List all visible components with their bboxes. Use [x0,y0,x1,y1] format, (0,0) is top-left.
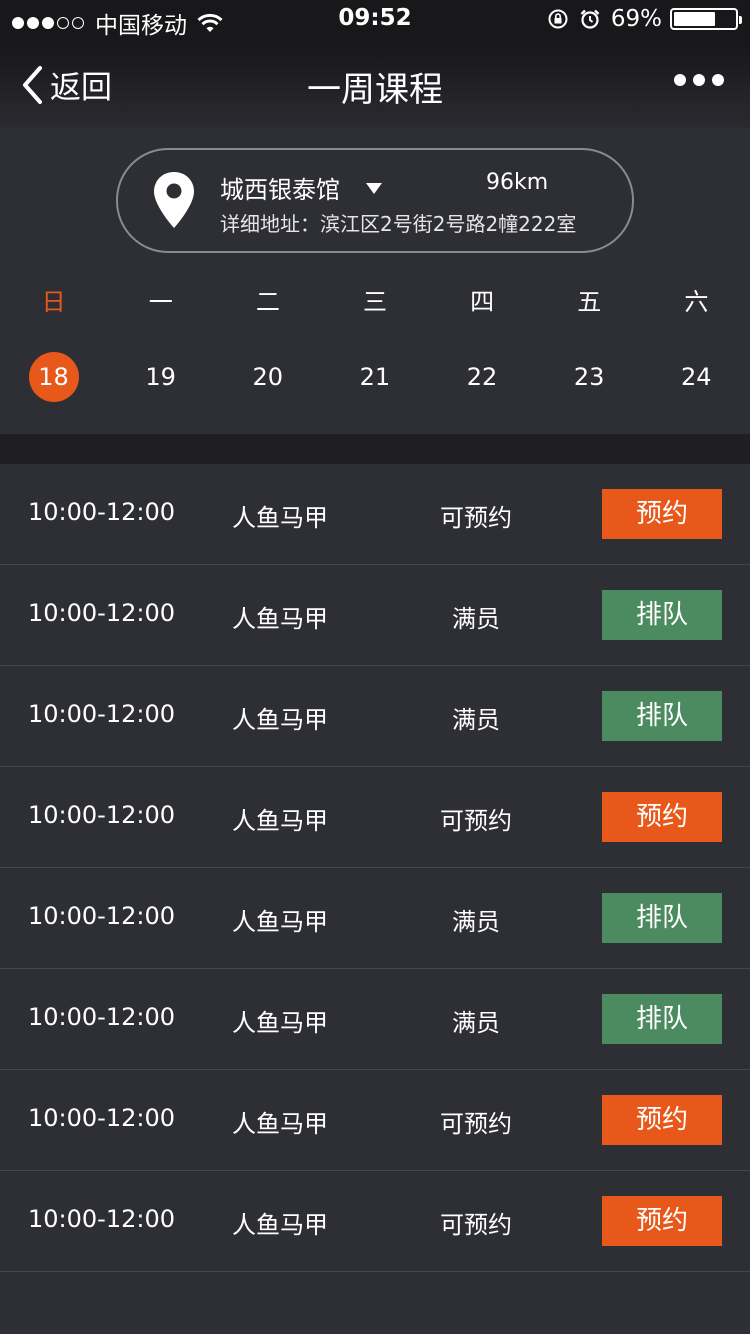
course-name: 人鱼马甲 [232,1009,328,1037]
course-name: 人鱼马甲 [232,706,328,734]
course-time: 10:00-12:00 [28,498,175,526]
date-label: 19 [145,363,176,391]
queue-button[interactable]: 排队 [602,590,722,640]
book-button[interactable]: 预约 [602,489,722,539]
page-title: 一周课程 [307,70,443,110]
date-item[interactable]: 20 [214,350,321,404]
status-right: 69% [537,6,742,32]
course-row: 10:00-12:00 人鱼马甲 可预约 预约 [0,464,750,565]
course-time: 10:00-12:00 [28,1003,175,1031]
course-name: 人鱼马甲 [232,807,328,835]
course-status: 满员 [452,908,500,936]
course-status: 满员 [452,605,500,633]
weekday-thu: 四 [470,288,495,316]
date-label: 18 [38,363,69,391]
weekday-wed: 三 [362,288,387,316]
queue-button[interactable]: 排队 [602,994,722,1044]
venue-name: 城西银泰馆 [220,176,340,204]
course-name: 人鱼马甲 [232,504,328,532]
course-time: 10:00-12:00 [28,902,175,930]
book-button[interactable]: 预约 [602,792,722,842]
date-item[interactable]: 19 [107,350,214,404]
weekday-tue: 二 [255,288,280,316]
course-status: 满员 [452,1009,500,1037]
course-row: 10:00-12:00 人鱼马甲 可预约 预约 [0,767,750,868]
course-status: 满员 [452,706,500,734]
date-item[interactable]: 21 [321,350,428,404]
more-dot-icon [712,74,724,86]
course-status: 可预约 [440,1211,512,1239]
queue-button[interactable]: 排队 [602,893,722,943]
course-row: 10:00-12:00 人鱼马甲 可预约 预约 [0,1171,750,1272]
more-dot-icon [674,74,686,86]
more-dot-icon [693,74,705,86]
date-selector-row: 18 19 20 21 22 23 24 [0,350,750,404]
course-time: 10:00-12:00 [28,1104,175,1132]
date-label: 21 [359,363,391,391]
weekday-fri: 五 [577,288,602,316]
date-label: 20 [252,363,284,391]
course-row: 10:00-12:00 人鱼马甲 满员 排队 [0,868,750,969]
battery-icon [670,8,742,30]
battery-percent: 69% [610,6,662,32]
battery-fill [674,12,716,26]
date-item-selected[interactable]: 18 [0,350,107,404]
book-button[interactable]: 预约 [602,1095,722,1145]
weekday-header-row: 日 一 二 三 四 五 六 [0,282,750,322]
course-time: 10:00-12:00 [28,700,175,728]
course-name: 人鱼马甲 [232,908,328,936]
weekday-sun: 日 [41,288,66,316]
course-time: 10:00-12:00 [28,801,175,829]
more-options-button[interactable] [667,74,724,86]
location-pin-icon [154,172,194,228]
date-label: 23 [573,363,605,391]
course-time: 10:00-12:00 [28,599,175,627]
venue-address: 详细地址：滨江区2号街2号路2幢222室 [220,212,577,236]
weekday-sat: 六 [684,288,709,316]
venue-distance: 96km [486,170,549,195]
alarm-icon [580,9,600,29]
course-name: 人鱼马甲 [232,1110,328,1138]
caret-down-icon[interactable] [366,183,382,194]
date-label: 24 [681,363,712,391]
course-list: 10:00-12:00 人鱼马甲 可预约 预约 10:00-12:00 人鱼马甲… [0,464,750,1272]
status-bar: 中国移动 09:52 69% [0,0,750,40]
date-item[interactable]: 24 [643,350,750,404]
queue-button[interactable]: 排队 [602,691,722,741]
course-row: 10:00-12:00 人鱼马甲 满员 排队 [0,565,750,666]
course-name: 人鱼马甲 [232,1211,328,1239]
course-status: 可预约 [440,1110,512,1138]
book-button[interactable]: 预约 [602,1196,722,1246]
course-row: 10:00-12:00 人鱼马甲 满员 排队 [0,969,750,1070]
date-item[interactable]: 23 [536,350,643,404]
course-status: 可预约 [440,504,512,532]
nav-bar: 返回 一周课程 [0,40,750,128]
section-divider [0,434,750,464]
course-row: 10:00-12:00 人鱼马甲 可预约 预约 [0,1070,750,1171]
date-item[interactable]: 22 [429,350,536,404]
rotation-lock-icon [548,9,568,29]
date-label: 22 [466,363,498,391]
course-status: 可预约 [440,807,512,835]
course-time: 10:00-12:00 [28,1205,175,1233]
course-name: 人鱼马甲 [232,605,328,633]
weekday-mon: 一 [148,288,173,316]
course-row: 10:00-12:00 人鱼马甲 满员 排队 [0,666,750,767]
location-selector[interactable]: 城西银泰馆 96km 详细地址：滨江区2号街2号路2幢222室 [116,148,634,253]
